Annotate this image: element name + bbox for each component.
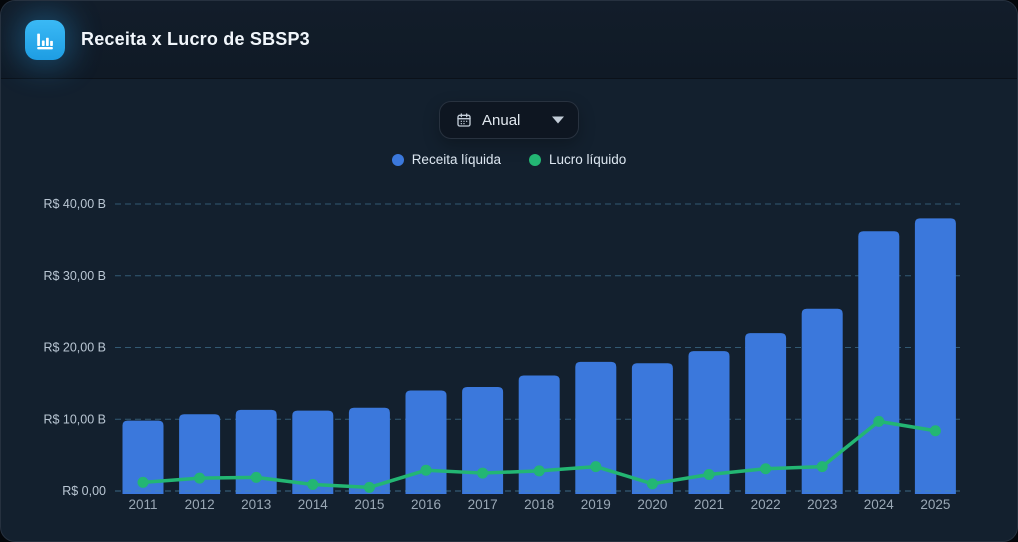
x-axis-label-2011: 2011 [128,497,157,512]
period-dropdown[interactable]: Anual [439,101,579,139]
x-axis-label-2024: 2024 [864,497,895,512]
bar-2024 [858,231,900,494]
chart-widget-window: Receita x Lucro de SBSP3 Anual Receita l… [0,0,1018,542]
calendar-icon [456,112,472,128]
lucro-point-2023 [816,461,828,473]
y-axis-tick: R$ 10,00 B [43,412,106,426]
chart-canvas: R$ 40,00 B R$ 30,00 B R$ 20,00 B R$ 10,00 B… [43,197,960,512]
legend-item-receita-liquida[interactable]: Receita líquida [391,152,501,167]
x-axis-label-2019: 2019 [581,497,611,512]
x-axis-label-2021: 2021 [694,497,724,512]
lucro-point-2018 [533,465,545,477]
legend-label-receita: Receita líquida [411,152,501,167]
header: Receita x Lucro de SBSP3 [1,1,1017,79]
x-axis-label-2015: 2015 [354,497,384,512]
x-axis-label-2017: 2017 [468,497,498,512]
x-axis-label-2014: 2014 [298,497,329,512]
bar-2019 [575,361,617,494]
x-axis-label-2020: 2020 [637,497,667,512]
legend-label-lucro: Lucro líquido [549,152,627,167]
period-dropdown-value: Anual [482,111,521,129]
lucro-point-2012 [194,472,206,484]
y-axis-tick: R$ 30,00 B [43,269,106,283]
chevron-down-icon [552,116,564,124]
lucro-point-2024 [873,415,885,427]
lucro-point-2016 [420,464,432,476]
y-axis-tick: R$ 40,00 B [43,197,106,211]
legend-item-lucro-liquido[interactable]: Lucro líquido [529,152,626,167]
y-axis-tick: R$ 20,00 B [43,341,106,355]
toolbar: Anual [1,101,1017,139]
bar-2016 [405,390,447,494]
y-axis-tick: R$ 0,00 [62,484,106,498]
x-axis-label-2012: 2012 [185,497,215,512]
lucro-point-2011 [137,476,149,488]
lucro-point-2022 [760,463,772,475]
lucro-point-2021 [703,468,715,480]
x-axis-label-2013: 2013 [241,497,271,512]
lucro-point-2015 [363,481,375,493]
lucro-point-2020 [646,478,658,490]
x-axis-label-2018: 2018 [524,497,554,512]
chart-legend: Receita líquida Lucro líquido [1,152,1017,167]
x-axis-label-2022: 2022 [751,497,781,512]
lucro-point-2017 [477,467,489,479]
bar-2015 [348,407,390,494]
lucro-point-2019 [590,461,602,473]
x-axis-label-2016: 2016 [411,497,441,512]
bar-2025 [914,218,956,494]
page-title: Receita x Lucro de SBSP3 [81,29,310,49]
lucro-point-2014 [307,479,319,491]
legend-dot-receita [391,153,404,166]
lucro-point-2025 [929,425,941,437]
legend-dot-lucro [529,153,541,166]
lucro-point-2013 [250,471,262,483]
x-axis-label-2025: 2025 [920,497,950,512]
bar-2020 [631,363,673,494]
x-axis-label-2023: 2023 [807,497,837,512]
bar-chart-icon [25,19,65,60]
